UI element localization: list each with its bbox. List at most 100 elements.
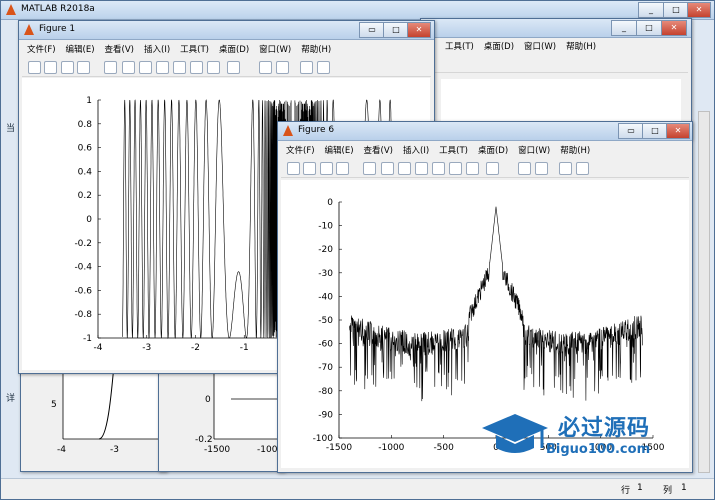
rotate-icon[interactable] [432, 162, 445, 175]
menu-5[interactable]: 桌面(D) [214, 41, 254, 55]
menu-0[interactable]: 文件(F) [22, 41, 61, 55]
legend-icon[interactable] [535, 162, 548, 175]
bg-mid-axes: 0 -0.2 -1500 -1000 [195, 366, 284, 455]
data-cursor-icon[interactable] [449, 162, 462, 175]
figure1-maximize-button[interactable]: □ [383, 22, 409, 38]
figure6-xtick-label: -500 [433, 443, 454, 453]
bg-minimize-button[interactable]: _ [611, 20, 637, 36]
print-icon[interactable] [336, 162, 349, 175]
figure1-ytick-label: 0.6 [78, 144, 93, 154]
pointer-icon[interactable] [363, 162, 376, 175]
pan-icon[interactable] [415, 162, 428, 175]
watermark-brand: 必过源码 [558, 416, 651, 441]
brush-icon[interactable] [207, 61, 220, 74]
menu-2[interactable]: 查看(V) [359, 142, 398, 156]
matlab-close-button[interactable]: ✕ [687, 2, 711, 18]
figure6-titlebar: Figure 6 ▭ □ ✕ [278, 122, 692, 141]
link-icon[interactable] [227, 61, 240, 74]
figure1-xtick-label: -3 [142, 343, 151, 353]
figure6-xtick-label: -1000 [378, 443, 404, 453]
figure1-ytick-label: -1 [83, 334, 92, 344]
hide-tools-icon[interactable] [559, 162, 572, 175]
bg-close-button[interactable]: ✕ [661, 20, 687, 36]
zoom-out-icon[interactable] [398, 162, 411, 175]
watermark: 必过源码 Biguo100.com [480, 408, 690, 464]
show-tools-icon[interactable] [576, 162, 589, 175]
background-figure-mid[interactable]: 0 -0.2 -1500 -1000 [158, 360, 285, 472]
menu-3[interactable]: 插入(I) [398, 142, 434, 156]
menu-1[interactable]: 编辑(E) [320, 142, 359, 156]
matlab-scrollbar[interactable] [698, 111, 710, 473]
figure6-close-button[interactable]: ✕ [666, 123, 690, 139]
menu-4[interactable]: 工具(T) [175, 41, 214, 55]
open-file-icon[interactable] [44, 61, 57, 74]
figure1-title: Figure 1 [39, 24, 76, 34]
zoom-in-icon[interactable] [381, 162, 394, 175]
colorbar-icon[interactable] [518, 162, 531, 175]
bg-mid-ytick-m02: -0.2 [195, 435, 213, 445]
figure6-ytick-label: -30 [318, 269, 333, 279]
bg-left-xtick-m3: -3 [110, 445, 119, 455]
figure1-minimize-button[interactable]: ▭ [359, 22, 385, 38]
figure1-matlab-icon [24, 24, 34, 35]
figure6-ytick-label: -70 [318, 363, 333, 373]
open-file-icon[interactable] [303, 162, 316, 175]
menu-0[interactable]: 文件(F) [281, 142, 320, 156]
figure1-ytick-label: -0.8 [74, 310, 92, 320]
current-folder-label: 当 [6, 124, 16, 134]
menu-7[interactable]: 帮助(H) [555, 142, 595, 156]
menu-0[interactable]: 工具(T) [440, 38, 479, 52]
figure6-minimize-button[interactable]: ▭ [618, 123, 644, 139]
menu-6[interactable]: 窗口(W) [254, 41, 296, 55]
data-cursor-icon[interactable] [190, 61, 203, 74]
figure6-toolbar [281, 159, 689, 178]
matlab-minimize-button[interactable]: _ [638, 2, 664, 18]
figure6-ytick-label: -50 [318, 316, 333, 326]
matlab-statusbar: 行 1 列 1 [1, 478, 714, 499]
menu-6[interactable]: 窗口(W) [513, 142, 555, 156]
figure1-ytick-label: -0.4 [74, 263, 92, 273]
print-icon[interactable] [77, 61, 90, 74]
menu-7[interactable]: 帮助(H) [296, 41, 336, 55]
show-tools-icon[interactable] [317, 61, 330, 74]
figure6-ytick-label: -40 [318, 292, 333, 302]
figure1-ytick-label: 0.4 [78, 167, 93, 177]
pan-icon[interactable] [156, 61, 169, 74]
menu-1[interactable]: 编辑(E) [61, 41, 100, 55]
rotate-icon[interactable] [173, 61, 186, 74]
figure1-ytick-label: 0 [86, 215, 92, 225]
menu-2[interactable]: 窗口(W) [519, 38, 561, 52]
watermark-domain: Biguo100.com [546, 442, 651, 457]
bg-maximize-button[interactable]: □ [636, 20, 662, 36]
new-figure-icon[interactable] [28, 61, 41, 74]
figure6-ytick-label: 0 [327, 198, 333, 208]
legend-icon[interactable] [276, 61, 289, 74]
save-icon[interactable] [320, 162, 333, 175]
figure1-ytick-label: 1 [86, 96, 92, 106]
menu-5[interactable]: 桌面(D) [473, 142, 513, 156]
figure6-ytick-label: -80 [318, 387, 333, 397]
save-icon[interactable] [61, 61, 74, 74]
matlab-logo-icon [6, 4, 16, 15]
zoom-out-icon[interactable] [139, 61, 152, 74]
menu-3[interactable]: 帮助(H) [561, 38, 601, 52]
colorbar-icon[interactable] [259, 61, 272, 74]
new-figure-icon[interactable] [287, 162, 300, 175]
matlab-maximize-button[interactable]: □ [663, 2, 689, 18]
zoom-in-icon[interactable] [122, 61, 135, 74]
menu-4[interactable]: 工具(T) [434, 142, 473, 156]
menu-3[interactable]: 插入(I) [139, 41, 175, 55]
figure1-close-button[interactable]: ✕ [407, 22, 431, 38]
pointer-icon[interactable] [104, 61, 117, 74]
figure1-ytick-label: -0.2 [74, 239, 92, 249]
status-col-label: 列 [663, 486, 673, 496]
bg-figure-titlebar: _ □ ✕ [421, 19, 691, 38]
menu-1[interactable]: 桌面(D) [479, 38, 519, 52]
status-row-value: 1 [637, 483, 643, 493]
link-icon[interactable] [486, 162, 499, 175]
hide-tools-icon[interactable] [300, 61, 313, 74]
details-label: 详 [6, 394, 16, 404]
brush-icon[interactable] [466, 162, 479, 175]
figure6-maximize-button[interactable]: □ [642, 123, 668, 139]
menu-2[interactable]: 查看(V) [100, 41, 139, 55]
